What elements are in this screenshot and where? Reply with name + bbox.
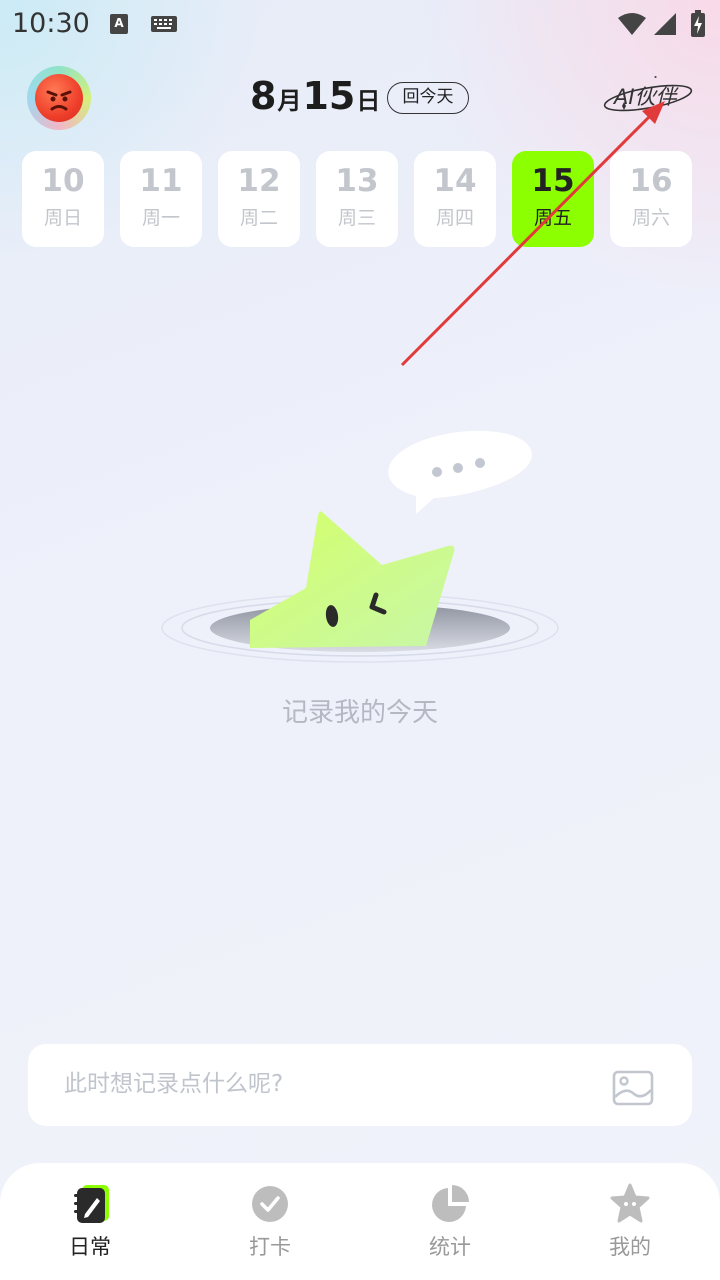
ai-companion-label: AI伙伴: [614, 85, 677, 109]
current-date-title: 8 月 15 日: [250, 74, 381, 118]
day-cell-number: 12: [237, 163, 281, 199]
day-cell-weekday: 周六: [631, 207, 670, 229]
day-cell-weekday: 周二: [239, 207, 278, 229]
day-cell-number: 11: [139, 163, 183, 199]
day-cell-number: 16: [629, 163, 673, 199]
week-day-strip: 10 周日 11 周一 12 周二 13 周三 14 周四 15 周五 16 周…: [22, 151, 698, 247]
day-cell[interactable]: 13 周三: [316, 151, 398, 247]
day-cell-number: 10: [41, 163, 85, 199]
nav-label: 打卡: [249, 1235, 291, 1259]
note-input[interactable]: [64, 1064, 584, 1104]
day-cell[interactable]: 12 周二: [218, 151, 300, 247]
mood-avatar[interactable]: [27, 66, 91, 130]
speech-bubble: [388, 430, 533, 514]
nav-item-stats[interactable]: 统计: [390, 1183, 510, 1273]
nav-item-mine[interactable]: 我的: [570, 1183, 690, 1273]
day-cell-weekday: 周四: [435, 207, 474, 229]
status-time: 10:30: [12, 8, 90, 39]
keyboard-icon: [151, 16, 177, 32]
day-number: 15: [302, 74, 356, 118]
nav-label: 日常: [69, 1235, 111, 1259]
ai-companion-button[interactable]: AI伙伴: [602, 76, 694, 118]
wifi-icon: [618, 13, 646, 35]
nav-label: 我的: [609, 1235, 651, 1259]
journal-icon: [74, 1185, 109, 1223]
angry-face-icon: [35, 74, 83, 122]
note-input-box[interactable]: [28, 1044, 692, 1126]
day-cell-weekday: 周三: [337, 207, 376, 229]
empty-state-illustration: [161, 430, 559, 663]
day-cell[interactable]: 10 周日: [22, 151, 104, 247]
battery-charging-icon: [691, 10, 705, 37]
day-cell[interactable]: 16 周六: [610, 151, 692, 247]
image-icon[interactable]: [612, 1070, 654, 1106]
day-unit: 日: [356, 87, 381, 115]
day-cell-weekday: 周五: [533, 207, 572, 229]
day-cell[interactable]: 11 周一: [120, 151, 202, 247]
signal-icon: [654, 13, 676, 35]
day-cell-number: 14: [433, 163, 477, 199]
nav-item-checkin[interactable]: 打卡: [210, 1183, 330, 1273]
nav-item-daily[interactable]: 日常: [30, 1183, 150, 1273]
day-cell-number: 15: [531, 163, 575, 199]
nav-label: 统计: [429, 1235, 471, 1259]
star-face-icon: [610, 1183, 650, 1223]
month-unit: 月: [277, 87, 302, 115]
pie-chart-icon: [432, 1185, 469, 1222]
empty-state-text: 记录我的今天: [281, 698, 438, 728]
bottom-nav: 日常 打卡 统计 我的: [0, 1163, 720, 1280]
day-cell[interactable]: 14 周四: [414, 151, 496, 247]
month-number: 8: [250, 74, 277, 118]
back-to-today-button[interactable]: 回今天: [387, 82, 469, 114]
star-mascot: [250, 511, 455, 648]
day-cell-selected[interactable]: 15 周五: [512, 151, 594, 247]
day-cell-number: 13: [335, 163, 379, 199]
day-cell-weekday: 周一: [141, 207, 180, 229]
status-bar: 10:30 A: [0, 0, 720, 50]
a11y-icon: A: [110, 14, 128, 34]
day-cell-weekday: 周日: [43, 207, 82, 229]
check-circle-icon: [252, 1186, 288, 1222]
